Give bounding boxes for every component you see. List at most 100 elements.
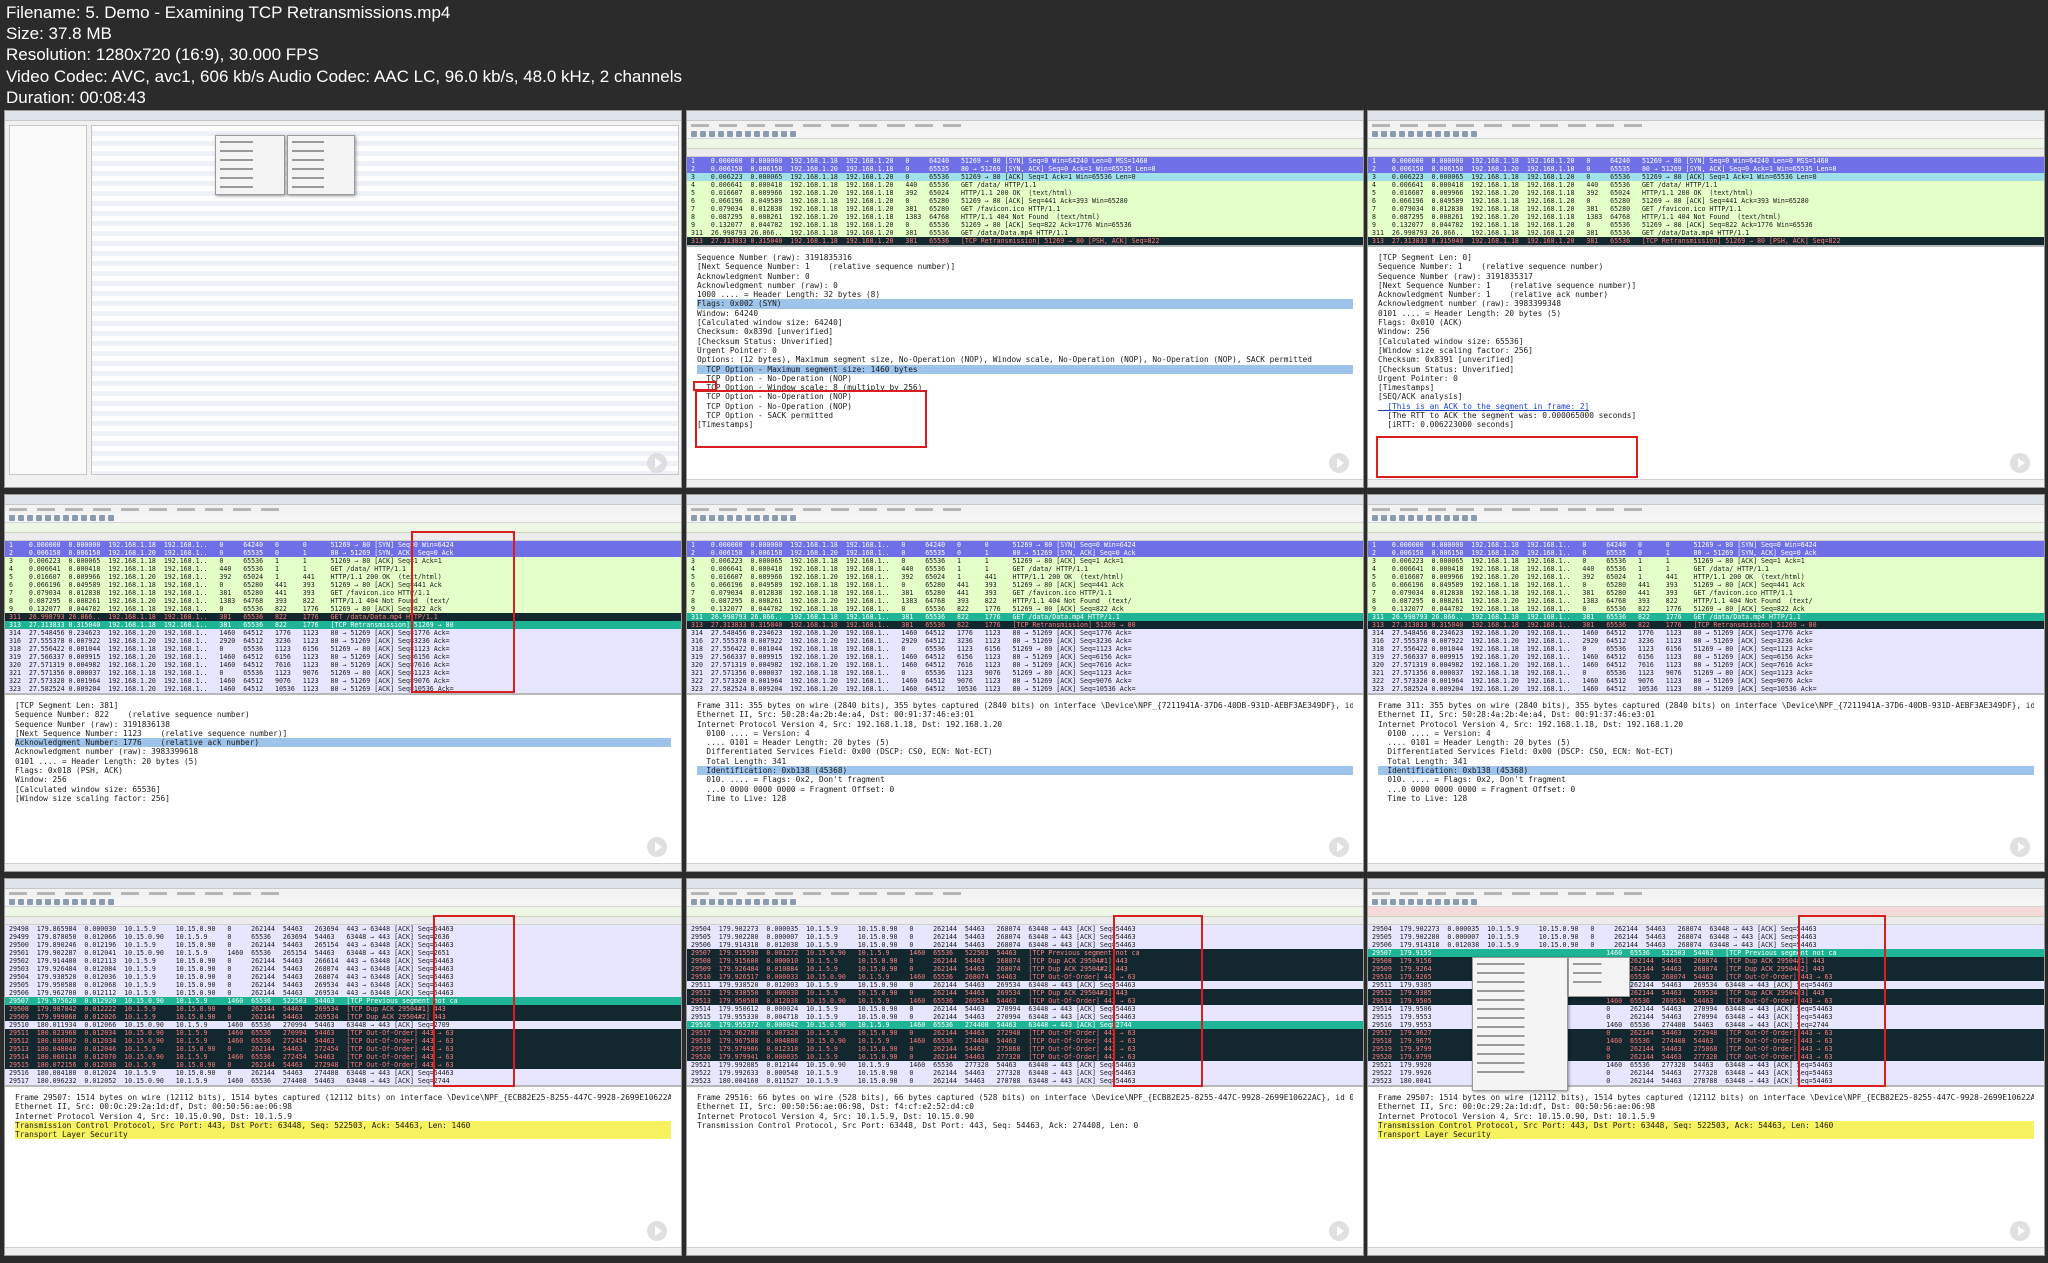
packet-row[interactable]: 1 0.000000 0.000000 192.168.1.18 192.168… xyxy=(1368,541,2044,549)
packet-row[interactable]: 29501 179.902287 0.012041 10.15.0.90 10.… xyxy=(5,949,681,957)
packet-row[interactable]: 6 0.066196 0.049589 192.168.1.18 192.168… xyxy=(1368,581,2044,589)
packet-row[interactable]: 29515 180.072156 0.012038 10.1.5.9 10.15… xyxy=(5,1061,681,1069)
packet-row[interactable]: 323 27.582524 0.009204 192.168.1.20 192.… xyxy=(687,685,1363,693)
packet-row[interactable]: 321 27.571356 0.000037 192.168.1.18 192.… xyxy=(1368,669,2044,677)
packet-list[interactable]: 1 0.000000 0.000000 192.168.1.18 192.168… xyxy=(1368,157,2044,245)
packet-details-pane[interactable]: Frame 29516: 66 bytes on wire (528 bits)… xyxy=(687,1085,1363,1137)
packet-row[interactable]: 311 26.998793 26.866.. 192.168.1.18 192.… xyxy=(687,229,1363,237)
packet-details-pane[interactable]: [TCP Segment Len: 381] Sequence Number: … xyxy=(5,693,681,810)
packet-row[interactable]: 2 0.006158 0.006158 192.168.1.20 192.168… xyxy=(687,549,1363,557)
packet-submenu[interactable] xyxy=(1568,957,1630,997)
packet-row[interactable]: 322 27.573320 0.001964 192.168.1.20 192.… xyxy=(687,677,1363,685)
packet-row[interactable]: 29520 179.979941 0.000035 10.1.5.9 10.15… xyxy=(687,1053,1363,1061)
packet-row[interactable]: 29509 179.9264 0 262144 54463 268074 [TC… xyxy=(1368,965,2044,973)
packet-row[interactable]: 29508 179.987842 0.012222 10.1.5.9 10.15… xyxy=(5,1005,681,1013)
packet-row[interactable]: 29506 179.914318 0.012038 10.1.5.9 10.15… xyxy=(1368,941,2044,949)
packet-row[interactable]: 5 0.016607 0.009966 192.168.1.20 192.168… xyxy=(687,573,1363,581)
packet-row[interactable]: 323 27.582524 0.009204 192.168.1.20 192.… xyxy=(5,685,681,693)
packet-row[interactable]: 1 0.000000 0.000000 192.168.1.18 192.168… xyxy=(1368,157,2044,165)
packet-row[interactable]: 320 27.571319 0.004982 192.168.1.20 192.… xyxy=(1368,661,2044,669)
packet-row[interactable]: 29514 179.950612 0.000024 10.1.5.9 10.15… xyxy=(687,1005,1363,1013)
packet-row[interactable]: 319 27.566337 0.009915 192.168.1.20 192.… xyxy=(1368,653,2044,661)
packet-row[interactable]: 29517 180.096232 0.012052 10.15.0.90 10.… xyxy=(5,1077,681,1085)
play-icon[interactable] xyxy=(1329,837,1349,857)
packet-row[interactable]: 316 27.555378 0.007922 192.168.1.20 192.… xyxy=(5,637,681,645)
packet-row[interactable]: 29522 179.9926 0 262144 54463 277328 634… xyxy=(1368,1069,2044,1077)
packet-list[interactable]: 1 0.000000 0.000000 192.168.1.18 192.168… xyxy=(687,541,1363,693)
display-filter-bar[interactable] xyxy=(5,907,681,917)
detail-line[interactable]: [This is an ACK to the segment in frame:… xyxy=(1378,402,2034,411)
thumbnail-6[interactable]: 1 0.000000 0.000000 192.168.1.18 192.168… xyxy=(1367,494,2045,872)
packet-row[interactable]: 3 0.006223 0.000065 192.168.1.18 192.168… xyxy=(1368,557,2044,565)
packet-row[interactable]: 7 0.079034 0.012838 192.168.1.18 192.168… xyxy=(1368,205,2044,213)
display-filter-bar[interactable] xyxy=(1368,907,2044,917)
packet-row[interactable]: 1 0.000000 0.000000 192.168.1.18 192.168… xyxy=(5,541,681,549)
thumbnail-9[interactable]: 29504 179.902273 0.000035 10.1.5.9 10.15… xyxy=(1367,878,2045,1256)
menu-bar[interactable] xyxy=(5,889,681,897)
thumbnail-5[interactable]: 1 0.000000 0.000000 192.168.1.18 192.168… xyxy=(686,494,1364,872)
packet-row[interactable]: 29512 179.938550 0.000030 10.1.5.9 10.15… xyxy=(687,989,1363,997)
packet-row[interactable]: 5 0.016607 0.009966 192.168.1.20 192.168… xyxy=(1368,189,2044,197)
packet-row[interactable]: 318 27.556422 0.001044 192.168.1.18 192.… xyxy=(687,645,1363,653)
packet-row[interactable]: 4 0.006641 0.000418 192.168.1.18 192.168… xyxy=(1368,181,2044,189)
packet-details-pane[interactable]: Frame 29507: 1514 bytes on wire (12112 b… xyxy=(1368,1085,2044,1146)
packet-row[interactable]: 318 27.556422 0.001044 192.168.1.18 192.… xyxy=(1368,645,2044,653)
packet-row[interactable]: 29503 179.926484 0.012084 10.1.5.9 10.15… xyxy=(5,965,681,973)
packet-row[interactable]: 29511 179.938520 0.012003 10.1.5.9 10.15… xyxy=(687,981,1363,989)
packet-list[interactable]: 1 0.000000 0.000000 192.168.1.18 192.168… xyxy=(5,541,681,693)
main-toolbar[interactable] xyxy=(1368,897,2044,907)
packet-row[interactable]: 2 0.006158 0.006158 192.168.1.20 192.168… xyxy=(5,549,681,557)
main-toolbar[interactable] xyxy=(687,129,1363,139)
packet-row[interactable]: 8 0.087295 0.008261 192.168.1.20 192.168… xyxy=(5,597,681,605)
menu-bar[interactable] xyxy=(1368,121,2044,129)
packet-row[interactable]: 322 27.573320 0.001964 192.168.1.20 192.… xyxy=(1368,677,2044,685)
packet-row[interactable]: 314 27.548456 0.234623 192.168.1.20 192.… xyxy=(687,629,1363,637)
main-toolbar[interactable] xyxy=(1368,513,2044,523)
packet-row[interactable]: 29516 179.955372 0.000042 10.15.0.90 10.… xyxy=(687,1021,1363,1029)
packet-row[interactable]: 5 0.016607 0.009966 192.168.1.20 192.168… xyxy=(5,573,681,581)
menu-bar[interactable] xyxy=(687,889,1363,897)
packet-row[interactable]: 29518 179.9675 1460 65536 274408 54463 [… xyxy=(1368,1037,2044,1045)
packet-row[interactable]: 313 27.313833 0.315040 192.168.1.18 192.… xyxy=(687,621,1363,629)
packet-row[interactable]: 3 0.006223 0.000065 192.168.1.18 192.168… xyxy=(1368,173,2044,181)
packet-row[interactable]: 9 0.132077 0.044782 192.168.1.18 192.168… xyxy=(687,221,1363,229)
packet-row[interactable]: 29500 179.890246 0.012196 10.1.5.9 10.15… xyxy=(5,941,681,949)
packet-row[interactable]: 323 27.582524 0.009204 192.168.1.20 192.… xyxy=(1368,685,2044,693)
menu-bar[interactable] xyxy=(1368,889,2044,897)
packet-row[interactable]: 313 27.313833 0.315040 192.168.1.18 192.… xyxy=(5,621,681,629)
packet-row[interactable]: 313 27.313833 0.315040 192.168.1.18 192.… xyxy=(1368,621,2044,629)
display-filter-bar[interactable] xyxy=(5,523,681,533)
packet-row[interactable]: 29522 179.992633 0.000548 10.1.5.9 10.15… xyxy=(687,1069,1363,1077)
menu-bar[interactable] xyxy=(1368,505,2044,513)
packet-row[interactable]: 29507 179.9155 1460 65536 522503 54463 [… xyxy=(1368,949,2044,957)
packet-list[interactable]: 1 0.000000 0.000000 192.168.1.18 192.168… xyxy=(1368,541,2044,693)
menu-bar[interactable] xyxy=(687,505,1363,513)
packet-row[interactable]: 5 0.016607 0.009966 192.168.1.20 192.168… xyxy=(687,189,1363,197)
packet-row[interactable]: 29502 179.914400 0.012113 10.1.5.9 10.15… xyxy=(5,957,681,965)
thumbnail-3[interactable]: 1 0.000000 0.000000 192.168.1.18 192.168… xyxy=(1367,110,2045,488)
packet-row[interactable]: 29518 179.967588 0.004888 10.15.0.90 10.… xyxy=(687,1037,1363,1045)
packet-row[interactable]: 314 27.548456 0.234623 192.168.1.20 192.… xyxy=(5,629,681,637)
packet-row[interactable]: 9 0.132077 0.044782 192.168.1.18 192.168… xyxy=(5,605,681,613)
play-icon[interactable] xyxy=(2010,453,2030,473)
packet-row[interactable]: 4 0.006641 0.000418 192.168.1.18 192.168… xyxy=(5,565,681,573)
packet-row[interactable]: 29511 180.023968 0.012034 10.15.0.90 10.… xyxy=(5,1029,681,1037)
packet-row[interactable]: 29517 179.962700 0.007328 10.1.5.9 10.15… xyxy=(687,1029,1363,1037)
packet-row[interactable]: 7 0.079034 0.012838 192.168.1.18 192.168… xyxy=(687,589,1363,597)
packet-row[interactable]: 316 27.555378 0.007922 192.168.1.20 192.… xyxy=(687,637,1363,645)
packet-row[interactable]: 29508 179.9156 0 262144 54463 268074 [TC… xyxy=(1368,957,2044,965)
thumbnail-7[interactable]: 29498 179.865984 0.000030 10.1.5.9 10.15… xyxy=(4,878,682,1256)
packet-row[interactable]: 29513 179.9505 1460 65536 269534 54463 [… xyxy=(1368,997,2044,1005)
packet-row[interactable]: 29512 180.036002 0.012034 10.15.0.90 10.… xyxy=(5,1037,681,1045)
packet-row[interactable]: 8 0.087295 0.008261 192.168.1.20 192.168… xyxy=(687,213,1363,221)
packet-row[interactable]: 29506 179.962700 0.012112 10.1.5.9 10.15… xyxy=(5,989,681,997)
packet-row[interactable]: 7 0.079034 0.012838 192.168.1.18 192.168… xyxy=(687,205,1363,213)
packet-list[interactable]: 29504 179.902273 0.000035 10.1.5.9 10.15… xyxy=(687,925,1363,1085)
packet-row[interactable]: 29523 180.004160 0.011527 10.1.5.9 10.15… xyxy=(687,1077,1363,1085)
packet-row[interactable]: 29510 179.9265 1460 65536 268074 54463 [… xyxy=(1368,973,2044,981)
play-icon[interactable] xyxy=(647,1221,667,1241)
packet-row[interactable]: 4 0.006641 0.000418 192.168.1.18 192.168… xyxy=(687,181,1363,189)
packet-row[interactable]: 29513 180.048048 0.012046 10.1.5.9 10.15… xyxy=(5,1045,681,1053)
packet-row[interactable]: 320 27.571319 0.004982 192.168.1.20 192.… xyxy=(5,661,681,669)
packet-list[interactable]: 29504 179.902273 0.000035 10.1.5.9 10.15… xyxy=(1368,925,2044,1085)
